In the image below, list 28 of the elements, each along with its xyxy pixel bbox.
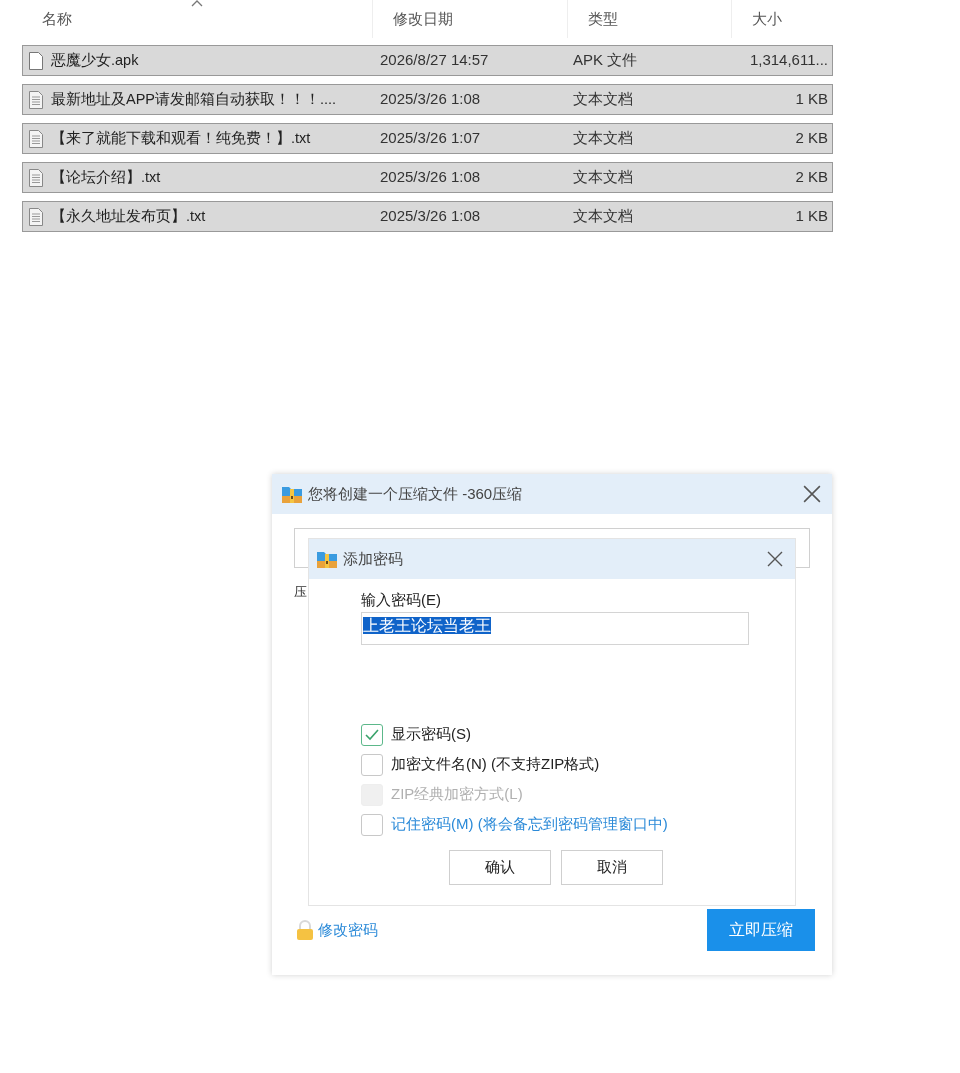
- checkbox-label: ZIP经典加密方式(L): [391, 784, 523, 805]
- field-label: 压: [294, 583, 307, 601]
- dialog-title: 您将创建一个压缩文件 -360压缩: [308, 483, 524, 504]
- file-type: 文本文档: [572, 206, 634, 227]
- file-size: 2 KB: [794, 128, 829, 149]
- file-name: 【永久地址发布页】.txt: [51, 206, 206, 226]
- file-size: 1,314,611...: [748, 50, 829, 71]
- file-size: 1 KB: [794, 206, 829, 227]
- modified-date: 2025/3/26 1:07: [379, 128, 482, 149]
- modified-date: 2025/3/26 1:08: [379, 89, 482, 110]
- file-type: 文本文档: [572, 167, 634, 188]
- modified-date: 2025/3/26 1:08: [379, 167, 482, 188]
- checkbox-label: 显示密码(S): [391, 724, 471, 745]
- password-label: 输入密码(E): [361, 590, 442, 610]
- checkbox-label: 加密文件名(N) (不支持ZIP格式): [391, 754, 600, 775]
- file-name: 【来了就能下载和观看！纯免费！】.txt: [51, 128, 311, 148]
- file-size: 2 KB: [794, 167, 829, 188]
- dialog-title: 添加密码: [343, 548, 404, 569]
- file-type: 文本文档: [572, 128, 634, 149]
- password-value: 上老王论坛当老王: [363, 616, 491, 634]
- file-size: 1 KB: [794, 89, 829, 110]
- file-name: 【论坛介绍】.txt: [51, 167, 161, 187]
- file-type: APK 文件: [572, 50, 639, 71]
- modified-date: 2026/8/27 14:57: [379, 50, 490, 71]
- file-name: 最新地址及APP请发邮箱自动获取！！！....: [51, 89, 337, 109]
- file-type: 文本文档: [572, 89, 634, 110]
- modified-date: 2025/3/26 1:08: [379, 206, 482, 227]
- file-name: 恶魔少女.apk: [51, 50, 139, 70]
